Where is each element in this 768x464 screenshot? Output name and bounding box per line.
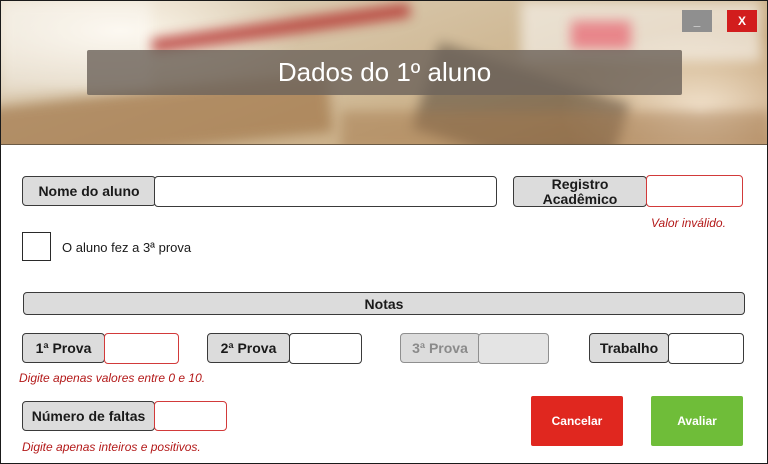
ra-input[interactable]: [646, 175, 743, 207]
grades-error-message: Digite apenas valores entre 0 e 10.: [19, 371, 206, 385]
third-exam-checkbox-label: O aluno fez a 3ª prova: [62, 240, 192, 255]
absences-error-message: Digite apenas inteiros e positivos.: [22, 440, 201, 454]
exam2-label: 2ª Prova: [207, 333, 290, 363]
absences-label: Número de faltas: [22, 401, 155, 431]
ra-label: Registro Acadêmico: [513, 176, 647, 207]
evaluate-button[interactable]: Avaliar: [651, 396, 743, 446]
exam1-input[interactable]: [104, 333, 179, 364]
student-name-label: Nome do aluno: [22, 176, 156, 206]
student-name-input[interactable]: [154, 176, 497, 207]
close-button[interactable]: X: [727, 10, 757, 32]
cancel-button[interactable]: Cancelar: [531, 396, 623, 446]
exam3-input: [478, 333, 549, 364]
absences-input[interactable]: [154, 401, 227, 431]
student-data-window: Dados do 1º aluno _ X Nome do aluno Regi…: [0, 0, 768, 464]
exam1-label: 1ª Prova: [22, 333, 105, 363]
header-banner: Dados do 1º aluno _ X: [1, 1, 767, 145]
ra-error-message: Valor inválido.: [651, 216, 726, 230]
third-exam-checkbox[interactable]: [22, 232, 51, 261]
work-input[interactable]: [668, 333, 744, 364]
exam2-input[interactable]: [289, 333, 362, 364]
minimize-button[interactable]: _: [682, 10, 712, 32]
exam3-label: 3ª Prova: [400, 333, 480, 363]
grades-section-header: Notas: [23, 292, 745, 315]
work-label: Trabalho: [589, 333, 669, 363]
window-title: Dados do 1º aluno: [87, 50, 682, 95]
